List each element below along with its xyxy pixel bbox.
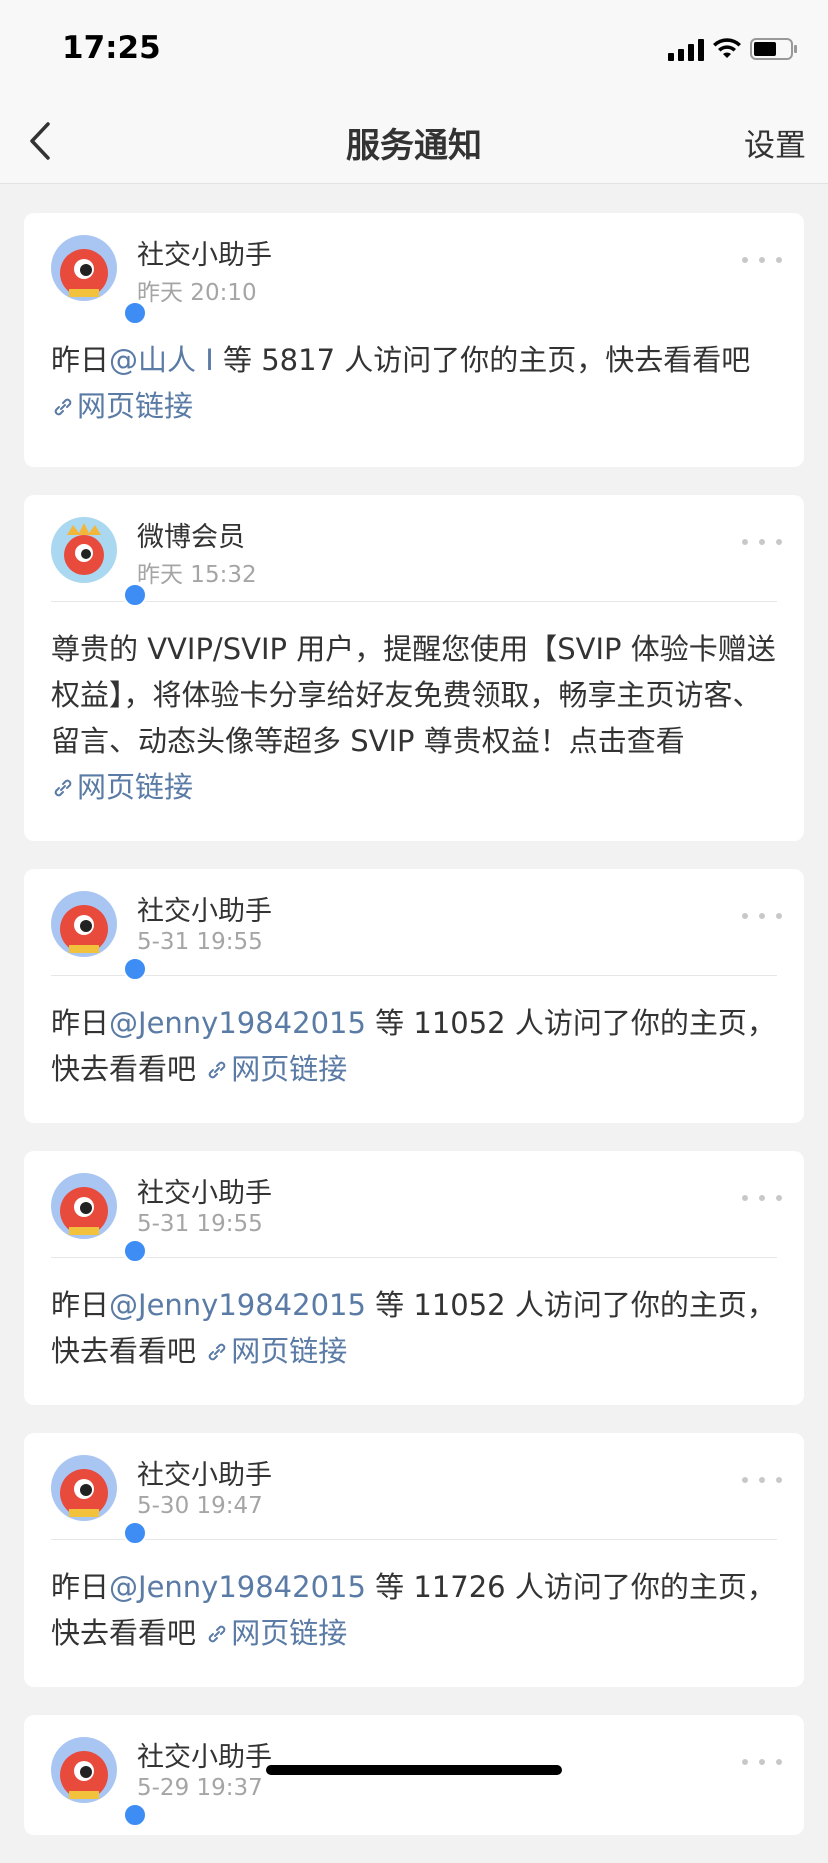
message-prefix: 昨日 xyxy=(51,1288,110,1322)
sender-name: 社交小助手 xyxy=(137,1460,272,1491)
more-options-button[interactable] xyxy=(742,1759,782,1769)
link-icon xyxy=(208,1625,226,1643)
message-time: 昨天 20:10 xyxy=(137,280,257,306)
navigation-bar: 服务通知 设置 xyxy=(0,98,828,184)
message-time: 5-29 19:37 xyxy=(137,1775,263,1801)
message-text: 等 5817 人访问了你的主页，快去看看吧 xyxy=(213,343,751,377)
social-assistant-avatar-icon xyxy=(51,891,117,957)
web-link[interactable]: 网页链接 xyxy=(51,389,193,423)
link-icon xyxy=(208,1343,226,1361)
more-options-button[interactable] xyxy=(742,257,782,267)
avatar[interactable] xyxy=(51,1455,147,1545)
notification-card: 社交小助手 5-30 19:47 昨日@Jenny19842015 等 1172… xyxy=(24,1433,804,1687)
status-icons xyxy=(668,34,798,64)
verified-badge xyxy=(123,957,147,981)
avatar[interactable] xyxy=(51,1173,147,1263)
message-text: 尊贵的 VVIP/SVIP 用户，提醒您使用【SVIP 体验卡赠送权益】，将体验… xyxy=(51,632,776,758)
notification-card: 微博会员 昨天 15:32 尊贵的 VVIP/SVIP 用户，提醒您使用【SVI… xyxy=(24,495,804,841)
notification-card: 社交小助手 5-31 19:55 昨日@Jenny19842015 等 1105… xyxy=(24,869,804,1123)
mention-link[interactable]: @Jenny19842015 xyxy=(109,1006,366,1040)
wifi-icon xyxy=(713,38,741,58)
verified-badge xyxy=(123,1239,147,1263)
message-time: 5-30 19:47 xyxy=(137,1493,263,1519)
message-body: 昨日@Jenny19842015 等 11052 人访问了你的主页，快去看看吧 … xyxy=(24,1258,804,1400)
message-time: 昨天 15:32 xyxy=(137,562,257,588)
social-assistant-avatar-icon xyxy=(51,235,117,301)
avatar[interactable] xyxy=(51,891,147,981)
settings-button[interactable]: 设置 xyxy=(744,120,806,165)
notification-list: 社交小助手 昨天 20:10 昨日@山人 I 等 5817 人访问了你的主页，快… xyxy=(24,213,804,1863)
link-icon xyxy=(54,398,72,416)
notification-card: 社交小助手 昨天 20:10 昨日@山人 I 等 5817 人访问了你的主页，快… xyxy=(24,213,804,467)
message-body: 尊贵的 VVIP/SVIP 用户，提醒您使用【SVIP 体验卡赠送权益】，将体验… xyxy=(24,602,804,836)
social-assistant-avatar-icon xyxy=(51,1173,117,1239)
message-time: 5-31 19:55 xyxy=(137,929,263,955)
status-bar: 17:25 xyxy=(0,0,828,98)
cellular-signal-icon xyxy=(668,37,704,61)
more-options-button[interactable] xyxy=(742,539,782,549)
sender-name: 社交小助手 xyxy=(137,1178,272,1209)
web-link-label: 网页链接 xyxy=(77,389,194,423)
card-header: 社交小助手 5-31 19:55 xyxy=(24,869,804,981)
message-time: 5-31 19:55 xyxy=(137,1211,263,1237)
message-body: 昨日@山人 I 等 5817 人访问了你的主页，快去看看吧 网页链接 xyxy=(24,321,804,455)
card-header: 微博会员 昨天 15:32 xyxy=(24,495,804,607)
sender-name: 社交小助手 xyxy=(137,240,272,271)
status-time: 17:25 xyxy=(62,30,161,66)
page-title: 服务通知 xyxy=(346,126,482,166)
card-header: 社交小助手 5-30 19:47 xyxy=(24,1433,804,1545)
weibo-vip-avatar-icon xyxy=(51,517,117,583)
social-assistant-avatar-icon xyxy=(51,1737,117,1803)
web-link-label: 网页链接 xyxy=(231,1616,348,1650)
message-body: 昨日@Jenny19842015 等 11052 人访问了你的主页，快去看看吧 … xyxy=(24,976,804,1118)
social-assistant-avatar-icon xyxy=(51,1455,117,1521)
avatar[interactable] xyxy=(51,517,147,607)
notification-card: 社交小助手 5-29 19:37 xyxy=(24,1715,804,1835)
web-link-label: 网页链接 xyxy=(77,770,194,804)
avatar[interactable] xyxy=(51,1737,147,1827)
web-link-label: 网页链接 xyxy=(231,1334,348,1368)
sender-name: 微博会员 xyxy=(137,522,245,553)
mention-link[interactable]: @Jenny19842015 xyxy=(109,1570,366,1604)
web-link-label: 网页链接 xyxy=(231,1052,348,1086)
sender-name: 社交小助手 xyxy=(137,1742,272,1773)
mention-link[interactable]: @Jenny19842015 xyxy=(109,1288,366,1322)
more-options-button[interactable] xyxy=(742,913,782,923)
message-prefix: 昨日 xyxy=(51,1006,110,1040)
web-link[interactable]: 网页链接 xyxy=(205,1616,347,1650)
message-prefix: 昨日 xyxy=(51,343,110,377)
sender-name: 社交小助手 xyxy=(137,896,272,927)
battery-icon xyxy=(750,38,797,60)
verified-badge xyxy=(123,1803,147,1827)
message-body: 昨日@Jenny19842015 等 11726 人访问了你的主页，快去看看吧 … xyxy=(24,1540,804,1682)
notification-card: 社交小助手 5-31 19:55 昨日@Jenny19842015 等 1105… xyxy=(24,1151,804,1405)
card-header: 社交小助手 昨天 20:10 xyxy=(24,213,804,325)
message-prefix: 昨日 xyxy=(51,1570,110,1604)
mention-link[interactable]: @山人 I xyxy=(109,343,214,377)
web-link[interactable]: 网页链接 xyxy=(205,1052,347,1086)
link-icon xyxy=(54,779,72,797)
web-link[interactable]: 网页链接 xyxy=(51,770,193,804)
verified-badge xyxy=(123,1521,147,1545)
card-header: 社交小助手 5-31 19:55 xyxy=(24,1151,804,1263)
avatar[interactable] xyxy=(51,235,147,325)
more-options-button[interactable] xyxy=(742,1477,782,1487)
more-options-button[interactable] xyxy=(742,1195,782,1205)
home-indicator[interactable] xyxy=(266,1765,562,1775)
web-link[interactable]: 网页链接 xyxy=(205,1334,347,1368)
link-icon xyxy=(208,1061,226,1079)
